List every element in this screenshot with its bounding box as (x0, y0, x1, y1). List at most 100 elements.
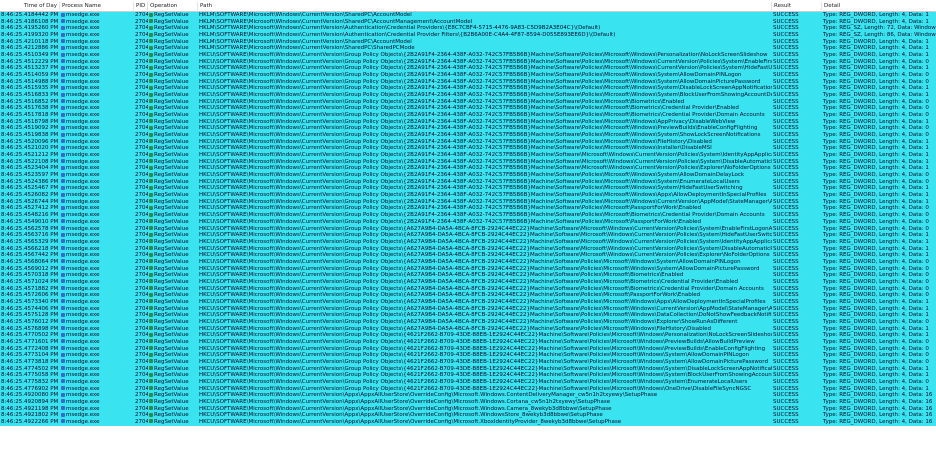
table-row[interactable]: 8:46:25.4526082 PM msedge.exe 2704 RegSetVa… (0, 192, 936, 199)
table-row[interactable]: 8:46:25.4515935 PM msedge.exe 2704 RegSetVa… (0, 85, 936, 93)
header-operation[interactable]: Operation (148, 2, 198, 10)
table-row[interactable]: 8:46:25.4572606 PM msedge.exe 2704 RegSetVa… (0, 292, 936, 299)
header-detail[interactable]: Detail (822, 2, 936, 10)
table-row[interactable]: 8:46:25.4521020 PM msedge.exe 2704 RegSetVa… (0, 145, 936, 153)
table-row[interactable]: 8:46:25.4571024 PM msedge.exe 2704 RegSetVa… (0, 278, 936, 286)
table-row[interactable]: 8:46:25.4210118 PM msedge.exe 2704 RegSetVa… (0, 38, 936, 46)
table-row[interactable]: 8:46:25.4774502 PM msedge.exe 2704 RegSetVa… (0, 365, 936, 373)
header-time[interactable]: Time of Day (0, 2, 60, 10)
table-row[interactable]: 8:46:25.4576012 PM msedge.exe 2704 RegSetVa… (0, 318, 936, 326)
cell-path-text: HKCU\SOFTWARE\Microsoft\Windows\CurrentV… (199, 285, 764, 292)
table-row[interactable]: 8:46:25.4567442 PM msedge.exe 2704 RegSetVa… (0, 252, 936, 259)
table-row[interactable]: 8:46:25.4514988 PM msedge.exe 2704 RegSetVa… (0, 78, 936, 86)
table-row[interactable]: 8:46:25.4772408 PM msedge.exe 2704 RegSetVa… (0, 345, 936, 353)
table-row[interactable]: 8:46:25.4921198 PM msedge.exe 2704 RegSetVa… (0, 405, 936, 413)
cell-operation: RegSetValue (148, 119, 197, 126)
table-row[interactable]: 8:46:25.4568064 PM msedge.exe 2704 RegSetVa… (0, 258, 936, 266)
cell-detail-text: Type: REG_DWORD, Length: 4, Data: 16 (823, 405, 933, 412)
table-row[interactable]: 8:46:25.4510349 PM msedge.exe 2704 RegSetVa… (0, 52, 936, 59)
table-row[interactable]: 8:46:25.4513237 PM msedge.exe 2704 RegSetVa… (0, 65, 936, 73)
table-row[interactable]: 8:46:25.4773818 PM msedge.exe 2704 RegSetVa… (0, 358, 936, 366)
table-row[interactable]: 8:46:25.4569012 PM msedge.exe 2704 RegSetVa… (0, 265, 936, 273)
registry-icon (149, 185, 153, 190)
event-list[interactable]: 8:46:25.4184442 PM msedge.exe 2704 RegSetVa… (0, 12, 936, 458)
table-row[interactable]: 8:46:25.4184442 PM msedge.exe 2704 RegSetVa… (0, 12, 936, 19)
table-row[interactable]: 8:46:25.4521212 PM msedge.exe 2704 RegSetVa… (0, 152, 936, 159)
table-row[interactable]: 8:46:25.4523404 PM msedge.exe 2704 RegSetVa… (0, 165, 936, 173)
cell-process: msedge.exe (60, 219, 134, 226)
table-row[interactable]: 8:46:25.4566218 PM msedge.exe 2704 RegSetVa… (0, 245, 936, 253)
table-row[interactable]: 8:46:25.4519838 PM msedge.exe 2704 RegSetVa… (0, 132, 936, 139)
table-row[interactable]: 8:46:25.4775058 PM msedge.exe 2704 RegSetVa… (0, 372, 936, 379)
table-row[interactable]: 8:46:25.4520096 PM msedge.exe 2704 RegSetVa… (0, 138, 936, 146)
cell-result: SUCCESS (772, 132, 821, 139)
table-row[interactable]: 8:46:25.4574406 PM msedge.exe 2704 RegSetVa… (0, 305, 936, 313)
table-row[interactable]: 8:46:25.4548216 PM msedge.exe 2704 RegSetVa… (0, 212, 936, 219)
table-row[interactable]: 8:46:25.4573340 PM msedge.exe 2704 RegSetVa… (0, 298, 936, 306)
table-row[interactable]: 8:46:25.4518798 PM msedge.exe 2704 RegSetVa… (0, 118, 936, 126)
cell-time: 8:46:25.4921802 PM (0, 412, 59, 419)
table-row[interactable]: 8:46:25.4195260 PM msedge.exe 2704 RegSetVa… (0, 25, 936, 33)
table-row[interactable]: 8:46:25.4775832 PM msedge.exe 2704 RegSetVa… (0, 378, 936, 386)
cell-detail-text: Type: REG_DWORD, Length: 4, Data: 0 (823, 345, 929, 352)
table-row[interactable]: 8:46:25.4199320 PM msedge.exe 2704 RegSetVa… (0, 32, 936, 39)
table-row[interactable]: 8:46:25.4212886 PM msedge.exe 2704 RegSetVa… (0, 45, 936, 53)
cell-detail-text: Type: REG_DWORD, Length: 4, Data: 1 (823, 38, 929, 45)
table-row[interactable]: 8:46:25.4570318 PM msedge.exe 2704 RegSetVa… (0, 272, 936, 279)
cell-process: msedge.exe (60, 72, 134, 79)
table-row[interactable]: 8:46:25.4565329 PM msedge.exe 2704 RegSetVa… (0, 238, 936, 246)
table-row[interactable]: 8:46:25.4771601 PM msedge.exe 2704 RegSetVa… (0, 338, 936, 346)
table-row[interactable]: 8:46:25.4523597 PM msedge.exe 2704 RegSetVa… (0, 172, 936, 179)
cell-path-text: HKCU\SOFTWARE\Microsoft\Windows\CurrentV… (199, 298, 766, 305)
table-row[interactable]: 8:46:25.4575128 PM msedge.exe 2704 RegSetVa… (0, 312, 936, 319)
table-row[interactable]: 8:46:25.4922266 PM msedge.exe 2704 RegSetVa… (0, 418, 936, 426)
table-row[interactable]: 8:46:25.4512229 PM msedge.exe 2704 RegSetVa… (0, 58, 936, 66)
header-pid[interactable]: PID (134, 2, 148, 10)
table-row[interactable]: 8:46:25.4526744 PM msedge.exe 2704 RegSetVa… (0, 198, 936, 206)
table-row[interactable]: 8:46:25.4514059 PM msedge.exe 2704 RegSetVa… (0, 72, 936, 79)
cell-time-text: 8:46:25.4571882 PM (1, 285, 59, 292)
table-row[interactable]: 8:46:25.4920894 PM msedge.exe 2704 RegSetVa… (0, 398, 936, 406)
cell-result: SUCCESS (772, 372, 821, 379)
table-row[interactable]: 8:46:25.4571882 PM msedge.exe 2704 RegSetVa… (0, 285, 936, 293)
cell-time-text: 8:46:25.4526082 PM (1, 192, 59, 199)
cell-pid: 2704 (134, 219, 148, 226)
registry-icon (149, 312, 153, 317)
cell-operation: RegSetValue (148, 292, 197, 299)
cell-time: 8:46:25.4518798 PM (0, 119, 59, 126)
cell-path-text: HKLM\SOFTWARE\Microsoft\Windows\CurrentV… (199, 18, 473, 25)
table-row[interactable]: 8:46:25.4920080 PM msedge.exe 2704 RegSetVa… (0, 392, 936, 399)
cell-operation-text: RegSetValue (154, 238, 189, 245)
table-row[interactable]: 8:46:25.4516833 PM msedge.exe 2704 RegSetVa… (0, 92, 936, 99)
header-result[interactable]: Result (772, 2, 822, 10)
cell-operation: RegSetValue (148, 219, 197, 226)
registry-icon (149, 199, 153, 204)
table-row[interactable]: 8:46:25.4517638 PM msedge.exe 2704 RegSetVa… (0, 105, 936, 113)
cell-path-text: HKCU\SOFTWARE\Microsoft\Windows\CurrentV… (199, 172, 745, 179)
cell-path-text: HKCU\SOFTWARE\Microsoft\Windows\CurrentV… (199, 232, 772, 239)
table-row[interactable]: 8:46:25.4524386 PM msedge.exe 2704 RegSetVa… (0, 178, 936, 186)
cell-operation-text: RegSetValue (154, 325, 189, 332)
cell-path-text: HKCU\SOFTWARE\Microsoft\Windows\CurrentV… (199, 365, 772, 372)
table-row[interactable]: 8:46:25.4773104 PM msedge.exe 2704 RegSetVa… (0, 352, 936, 359)
table-row[interactable]: 8:46:25.4186108 PM msedge.exe 2704 RegSetVa… (0, 18, 936, 26)
table-row[interactable]: 8:46:25.4522108 PM msedge.exe 2704 RegSetVa… (0, 158, 936, 166)
table-row[interactable]: 8:46:25.4562578 PM msedge.exe 2704 RegSetVa… (0, 225, 936, 233)
cell-time-text: 8:46:25.4572606 PM (1, 292, 59, 299)
table-row[interactable]: 8:46:25.4525467 PM msedge.exe 2704 RegSetVa… (0, 185, 936, 193)
cell-detail-text: Type: REG_DWORD, Length: 4, Data: 1 (823, 52, 929, 59)
table-row[interactable]: 8:46:25.4517818 PM msedge.exe 2704 RegSetVa… (0, 112, 936, 119)
cell-operation-text: RegSetValue (154, 218, 189, 225)
table-row[interactable]: 8:46:25.4770502 PM msedge.exe 2704 RegSetVa… (0, 332, 936, 339)
header-path[interactable]: Path (198, 2, 772, 10)
table-row[interactable]: 8:46:25.4576898 PM msedge.exe 2704 RegSetVa… (0, 325, 936, 333)
table-row[interactable]: 8:46:25.4516852 PM msedge.exe 2704 RegSetVa… (0, 98, 936, 106)
table-row[interactable]: 8:46:25.4563716 PM msedge.exe 2704 RegSetVa… (0, 232, 936, 239)
table-row[interactable]: 8:46:25.4549010 PM msedge.exe 2704 RegSetVa… (0, 218, 936, 226)
table-row[interactable]: 8:46:25.4776902 PM msedge.exe 2704 RegSetVa… (0, 385, 936, 393)
table-row[interactable]: 8:46:25.4921802 PM msedge.exe 2704 RegSetVa… (0, 412, 936, 419)
table-row[interactable]: 8:46:25.4519092 PM msedge.exe 2704 RegSetVa… (0, 125, 936, 133)
table-row[interactable]: 8:46:25.4527412 PM msedge.exe 2704 RegSetVa… (0, 205, 936, 213)
header-process[interactable]: Process Name (60, 2, 134, 10)
cell-result: SUCCESS (772, 99, 821, 106)
